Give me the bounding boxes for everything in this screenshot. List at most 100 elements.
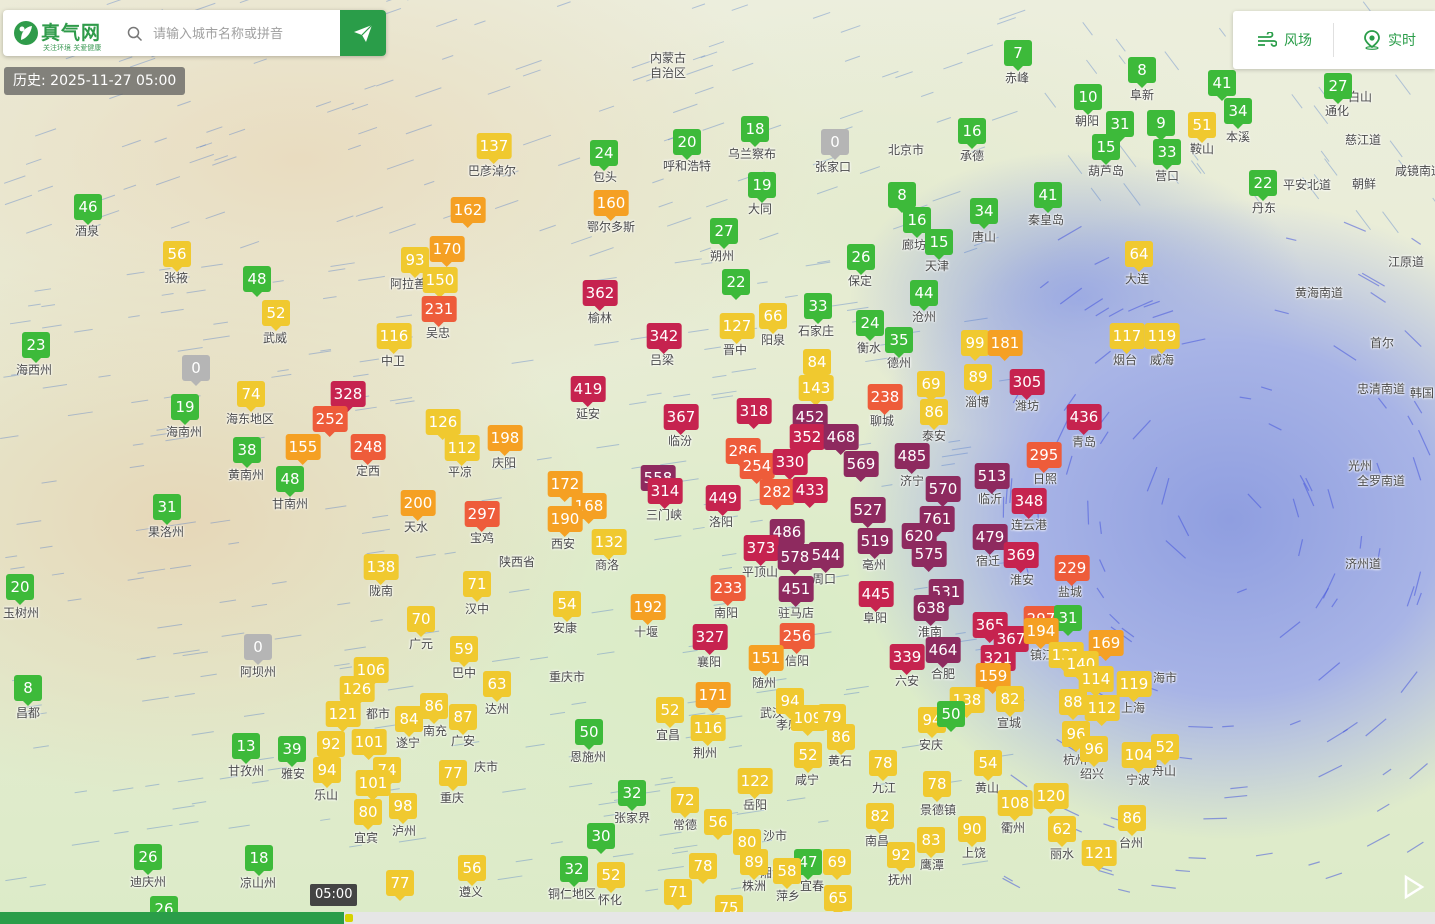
aqi-marker[interactable]: 27 xyxy=(710,218,738,249)
aqi-marker[interactable]: 33 xyxy=(1153,139,1181,170)
aqi-marker[interactable]: 35 xyxy=(885,327,913,358)
aqi-marker[interactable]: 327 xyxy=(692,624,728,655)
aqi-marker[interactable]: 238 xyxy=(867,384,903,415)
aqi-marker[interactable]: 90 xyxy=(958,816,986,847)
aqi-marker[interactable]: 27 xyxy=(1324,73,1352,104)
aqi-marker[interactable]: 575 xyxy=(911,541,947,572)
aqi-marker[interactable]: 150 xyxy=(422,267,458,298)
aqi-marker[interactable]: 342 xyxy=(646,323,682,354)
aqi-marker[interactable]: 485 xyxy=(894,443,930,474)
aqi-marker[interactable]: 89 xyxy=(964,364,992,395)
aqi-marker[interactable]: 194 xyxy=(1023,618,1059,649)
aqi-marker[interactable]: 436 xyxy=(1066,404,1102,435)
aqi-marker[interactable]: 112 xyxy=(1084,695,1120,726)
aqi-marker[interactable]: 20 xyxy=(6,574,34,605)
aqi-marker[interactable]: 86 xyxy=(420,693,448,724)
aqi-marker[interactable]: 519 xyxy=(857,528,893,559)
realtime-toggle[interactable]: 实时 xyxy=(1363,29,1416,51)
aqi-marker[interactable]: 233 xyxy=(710,575,746,606)
aqi-marker[interactable]: 295 xyxy=(1026,442,1062,473)
aqi-marker[interactable]: 82 xyxy=(996,686,1024,717)
aqi-marker[interactable]: 116 xyxy=(690,715,726,746)
aqi-marker[interactable]: 464 xyxy=(925,637,961,668)
aqi-marker[interactable]: 52 xyxy=(794,742,822,773)
aqi-marker[interactable]: 190 xyxy=(547,506,583,537)
aqi-marker[interactable]: 77 xyxy=(386,870,414,901)
aqi-marker[interactable]: 513 xyxy=(974,463,1010,494)
aqi-marker[interactable]: 170 xyxy=(429,236,465,267)
aqi-marker[interactable]: 54 xyxy=(553,591,581,622)
aqi-marker[interactable]: 84 xyxy=(803,349,831,380)
aqi-marker[interactable]: 122 xyxy=(737,768,773,799)
aqi-marker[interactable]: 297 xyxy=(464,501,500,532)
aqi-marker[interactable]: 99 xyxy=(961,330,989,361)
aqi-marker[interactable]: 31 xyxy=(153,494,181,525)
aqi-marker[interactable]: 92 xyxy=(887,842,915,873)
aqi-marker[interactable]: 22 xyxy=(722,269,750,300)
aqi-marker[interactable]: 86 xyxy=(827,724,855,755)
aqi-marker[interactable]: 23 xyxy=(22,332,50,363)
aqi-marker[interactable]: 48 xyxy=(276,466,304,497)
aqi-marker[interactable]: 348 xyxy=(1011,488,1047,519)
aqi-marker[interactable]: 52 xyxy=(656,697,684,728)
aqi-marker[interactable]: 77 xyxy=(439,760,467,791)
aqi-marker[interactable]: 56 xyxy=(704,809,732,840)
aqi-marker[interactable]: 34 xyxy=(970,198,998,229)
aqi-marker[interactable]: 41 xyxy=(1208,70,1236,101)
aqi-marker[interactable]: 328 xyxy=(330,381,366,412)
aqi-marker[interactable]: 8 xyxy=(14,675,42,706)
search-button[interactable] xyxy=(340,10,386,56)
aqi-marker[interactable]: 282 xyxy=(759,479,795,510)
aqi-marker[interactable]: 74 xyxy=(237,381,265,412)
aqi-marker[interactable]: 16 xyxy=(958,118,986,149)
aqi-marker[interactable]: 116 xyxy=(376,323,412,354)
aqi-marker[interactable]: 63 xyxy=(483,671,511,702)
aqi-marker[interactable]: 83 xyxy=(917,827,945,858)
aqi-marker[interactable]: 78 xyxy=(923,771,951,802)
aqi-marker[interactable]: 78 xyxy=(869,750,897,781)
aqi-marker[interactable]: 71 xyxy=(463,571,491,602)
aqi-marker[interactable]: 22 xyxy=(1249,170,1277,201)
aqi-marker[interactable]: 0 xyxy=(821,129,849,160)
aqi-marker[interactable]: 108 xyxy=(997,790,1033,821)
aqi-marker[interactable]: 112 xyxy=(444,435,480,466)
aqi-marker[interactable]: 544 xyxy=(808,542,844,573)
aqi-marker[interactable]: 132 xyxy=(591,529,627,560)
aqi-marker[interactable]: 88 xyxy=(1059,689,1087,720)
aqi-marker[interactable]: 86 xyxy=(1118,805,1146,836)
aqi-marker[interactable]: 65 xyxy=(824,885,852,916)
aqi-marker[interactable]: 50 xyxy=(937,701,965,732)
aqi-marker[interactable]: 94 xyxy=(313,757,341,788)
aqi-marker[interactable]: 449 xyxy=(705,485,741,516)
aqi-marker[interactable]: 256 xyxy=(779,623,815,654)
aqi-marker[interactable]: 330 xyxy=(772,449,808,480)
aqi-marker[interactable]: 339 xyxy=(889,644,925,675)
search-input[interactable] xyxy=(151,20,340,48)
aqi-marker[interactable]: 92 xyxy=(317,731,345,762)
aqi-marker[interactable]: 362 xyxy=(582,280,618,311)
aqi-marker[interactable]: 19 xyxy=(748,172,776,203)
site-logo[interactable]: 真气网 关注环境 关爱健康 xyxy=(13,18,113,52)
aqi-marker[interactable]: 527 xyxy=(850,497,886,528)
aqi-marker[interactable]: 155 xyxy=(285,434,321,465)
aqi-marker[interactable]: 160 xyxy=(593,190,629,221)
aqi-marker[interactable]: 638 xyxy=(913,595,949,626)
aqi-marker[interactable]: 64 xyxy=(1125,241,1153,272)
aqi-marker[interactable]: 34 xyxy=(1224,98,1252,129)
aqi-marker[interactable]: 143 xyxy=(798,375,834,406)
aqi-marker[interactable]: 26 xyxy=(134,844,162,875)
aqi-marker[interactable]: 121 xyxy=(325,701,361,732)
aqi-marker[interactable]: 50 xyxy=(575,719,603,750)
aqi-marker[interactable]: 101 xyxy=(355,770,391,801)
aqi-marker[interactable]: 24 xyxy=(590,140,618,171)
aqi-marker[interactable]: 44 xyxy=(910,280,938,311)
aqi-marker[interactable]: 138 xyxy=(363,554,399,585)
aqi-marker[interactable]: 41 xyxy=(1034,182,1062,213)
aqi-marker[interactable]: 314 xyxy=(647,478,683,509)
aqi-marker[interactable]: 56 xyxy=(163,241,191,272)
aqi-marker[interactable]: 200 xyxy=(400,490,436,521)
aqi-marker[interactable]: 69 xyxy=(823,849,851,880)
aqi-marker[interactable]: 451 xyxy=(778,576,814,607)
aqi-marker[interactable]: 15 xyxy=(925,229,953,260)
aqi-marker[interactable]: 86 xyxy=(920,399,948,430)
